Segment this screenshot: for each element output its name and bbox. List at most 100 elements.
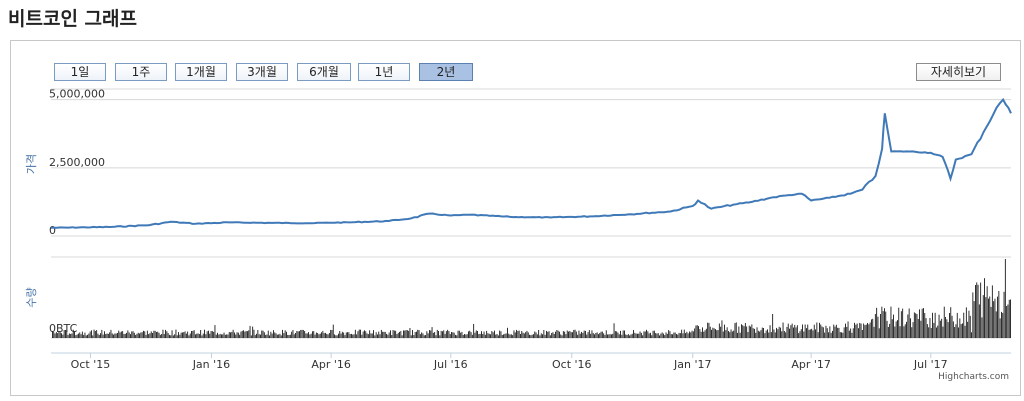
volume-bar [347, 332, 348, 338]
volume-bar [425, 335, 426, 338]
volume-bar [959, 318, 961, 338]
volume-bar [309, 334, 311, 338]
volume-bar [855, 324, 857, 338]
volume-bar [839, 332, 841, 338]
volume-bar [388, 332, 390, 338]
volume-bar [365, 331, 367, 338]
volume-bar [990, 306, 992, 338]
volume-bar [296, 331, 298, 338]
volume-bar [279, 333, 281, 338]
range-button-1y[interactable]: 1년 [358, 63, 410, 81]
volume-bar [219, 333, 221, 338]
volume-bar [582, 332, 584, 338]
volume-bar [492, 332, 494, 338]
volume-bar [686, 331, 688, 338]
volume-bar [283, 333, 285, 338]
volume-bar [910, 318, 911, 338]
range-button-3m[interactable]: 3개월 [236, 63, 288, 81]
range-button-1w[interactable]: 1주 [115, 63, 167, 81]
volume-bar [240, 331, 242, 338]
volume-bar [110, 329, 112, 338]
volume-bar [689, 331, 690, 338]
volume-bar [245, 331, 247, 338]
volume-bar [1008, 299, 1010, 338]
volume-bar [967, 321, 969, 338]
volume-bar [631, 333, 633, 338]
volume-bar [609, 334, 611, 338]
volume-bar [841, 332, 842, 338]
volume-bar [778, 326, 780, 338]
range-button-1m[interactable]: 1개월 [175, 63, 227, 81]
volume-bar [341, 331, 343, 338]
volume-bar [557, 330, 559, 338]
volume-bar [938, 314, 940, 338]
volume-bar [713, 328, 715, 338]
volume-bar [947, 322, 949, 338]
volume-bar [808, 329, 810, 338]
volume-bar [435, 335, 437, 338]
volume-bar [787, 323, 789, 338]
volume-bar [873, 326, 875, 338]
volume-bar [747, 332, 749, 338]
range-button-1d[interactable]: 1일 [54, 63, 106, 81]
range-button-6m[interactable]: 6개월 [297, 63, 351, 81]
volume-bar [166, 331, 168, 338]
volume-bar [607, 334, 608, 338]
price-volume-chart[interactable]: 02,500,0005,000,000가격수량0BTCOct '15 Jan '1… [11, 41, 1022, 397]
volume-bar [312, 331, 313, 338]
volume-bar [354, 329, 356, 338]
volume-bar [527, 332, 529, 338]
volume-bar [215, 334, 217, 338]
volume-bar [513, 330, 515, 338]
volume-bar [963, 312, 965, 338]
volume-bar [85, 335, 87, 338]
volume-bar [644, 331, 646, 338]
volume-bar [692, 331, 694, 338]
volume-bar [297, 331, 299, 338]
volume-bar [859, 322, 861, 338]
volume-bar [144, 331, 146, 338]
volume-bar [330, 329, 332, 338]
range-button-2y[interactable]: 2년 [419, 63, 473, 81]
volume-bar [331, 330, 333, 338]
volume-bar [872, 318, 874, 338]
volume-bar [989, 296, 991, 338]
volume-bar [97, 333, 99, 338]
volume-bar [544, 334, 546, 338]
volume-bar [475, 330, 477, 338]
volume-bar [617, 332, 619, 338]
volume-bar [201, 335, 203, 338]
volume-bar [720, 326, 722, 338]
price-series-line[interactable] [51, 97, 1012, 229]
volume-bar [67, 334, 69, 338]
volume-bar [976, 282, 978, 338]
volume-bar [464, 334, 465, 338]
volume-bar [795, 327, 797, 338]
volume-bar [726, 327, 728, 338]
volume-bar [616, 331, 618, 338]
volume-bar [735, 322, 737, 338]
view-details-button[interactable]: 자세히보기 [916, 63, 1001, 81]
volume-bar [893, 314, 894, 338]
volume-bar [846, 326, 848, 338]
volume-bar [525, 332, 527, 338]
volume-bar [478, 334, 480, 338]
volume-bar [247, 331, 248, 338]
volume-bar [208, 330, 209, 338]
volume-bar [683, 329, 685, 338]
volume-bar [74, 331, 75, 338]
chart-credit[interactable]: Highcharts.com [938, 372, 1009, 382]
x-axis-tick-label: Jul '16 [433, 358, 468, 371]
volume-bar [146, 330, 148, 338]
volume-bar [360, 329, 361, 338]
volume-bar [561, 335, 563, 338]
volume-bar [613, 323, 615, 338]
volume-bar [503, 334, 504, 338]
volume-bar [289, 334, 291, 338]
volume-bar [131, 331, 133, 338]
volume-bar [776, 327, 777, 338]
volume-bar [167, 333, 169, 338]
volume-bar [370, 333, 372, 338]
volume-bar [583, 330, 585, 338]
volume-bar [481, 331, 482, 338]
